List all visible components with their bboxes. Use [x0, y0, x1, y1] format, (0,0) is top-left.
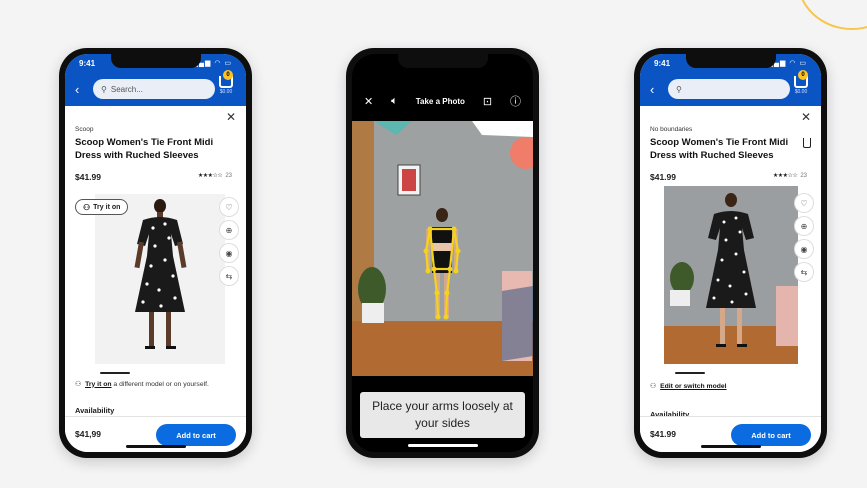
favorite-icon[interactable]: ♡ — [795, 194, 813, 212]
product-title: Scoop Women's Tie Front Midi Dress with … — [650, 137, 789, 161]
carousel-indicator — [675, 372, 705, 374]
phone-camera-page: ✕ 🔈︎ Take a Photo ⊡ ⓘ Place your arms lo… — [346, 48, 539, 458]
phone-screen: 9:41 ▂▄▆ ◠ ▭ ‹ ⚲ Search... 0 $0.00 ✕ Sco… — [65, 54, 246, 452]
camera-title: Take a Photo — [415, 96, 465, 106]
product-brand: No boundaries — [650, 126, 693, 133]
try-it-on-label: Try it on — [93, 203, 121, 211]
close-icon[interactable]: ✕ — [801, 110, 811, 124]
phone-notch — [110, 54, 201, 68]
phone-notch — [397, 54, 488, 68]
product-rating[interactable]: ★★★☆☆ 23 — [773, 172, 807, 179]
carousel-indicator — [100, 372, 130, 374]
try-it-on-button[interactable]: ⚇ Try it on — [75, 199, 129, 215]
cart-total: $0.00 — [219, 89, 233, 95]
status-time: 9:41 — [654, 59, 671, 68]
try-on-prompt: ⚇ Try it on a different model or on your… — [75, 380, 209, 389]
product-rating[interactable]: ★★★☆☆ 23 — [198, 172, 232, 179]
back-arrow-icon[interactable]: ‹ — [650, 82, 654, 97]
cart-badge: 0 — [223, 70, 233, 80]
status-time: 9:41 — [79, 59, 96, 68]
add-to-cart-button[interactable]: Add to cart — [156, 424, 236, 446]
cart-button[interactable]: 0 $0.00 — [791, 70, 811, 98]
swap-icon[interactable]: ⇆ — [795, 263, 813, 281]
camera-viewfinder[interactable] — [352, 121, 533, 376]
edit-model-prompt: ⚇ Edit or switch model — [650, 382, 727, 391]
search-bar[interactable]: ⚲ Search... — [93, 79, 215, 99]
tryon-result-image[interactable] — [664, 186, 798, 364]
decorative-arc — [797, 0, 867, 30]
help-icon[interactable]: ⓘ — [510, 93, 521, 109]
try-on-description: a different model or on yourself. — [113, 380, 209, 388]
home-indicator — [125, 445, 186, 448]
availability-heading: Availability — [75, 406, 115, 415]
rating-stars: ★★★☆☆ — [197, 173, 223, 179]
flip-camera-icon[interactable]: ⊡ — [483, 95, 492, 108]
view-3d-icon[interactable]: ◉ — [795, 240, 813, 258]
review-count: 23 — [225, 173, 232, 179]
cart-badge: 0 — [798, 70, 808, 80]
try-it-on-link[interactable]: Try it on — [85, 381, 111, 388]
footer-price: $41,99 — [75, 429, 101, 439]
add-to-cart-button[interactable]: Add to cart — [731, 424, 811, 446]
search-icon: ⚲ — [676, 84, 682, 94]
close-icon[interactable]: ✕ — [364, 95, 373, 108]
try-on-icon: ⚇ — [650, 383, 657, 390]
share-icon[interactable]: ⇆ — [220, 267, 238, 285]
product-price: $41.99 — [650, 172, 676, 182]
share-icon[interactable] — [803, 138, 811, 148]
camera-scene-illustration — [352, 121, 533, 376]
footer-price: $41.99 — [650, 429, 676, 439]
search-icon: ⚲ — [101, 84, 107, 94]
speaker-icon[interactable]: 🔈︎ — [391, 95, 398, 108]
view-3d-icon[interactable]: ◉ — [220, 244, 238, 262]
search-bar[interactable]: ⚲ — [668, 79, 790, 99]
image-side-actions: ♡ ⊕ ◉ ⇆ — [795, 194, 813, 281]
zoom-icon[interactable]: ⊕ — [795, 217, 813, 235]
product-title: Scoop Women's Tie Front Midi Dress with … — [75, 137, 214, 161]
camera-toolbar: ✕ 🔈︎ Take a Photo ⊡ ⓘ — [352, 90, 533, 112]
favorite-icon[interactable]: ♡ — [220, 198, 238, 216]
back-arrow-icon[interactable]: ‹ — [75, 82, 79, 97]
phone-screen: 9:41 ▂▄▆ ◠ ▭ ‹ ⚲ 0 $0.00 ✕ No boundaries… — [640, 54, 821, 452]
home-indicator — [700, 445, 761, 448]
try-on-icon: ⚇ — [83, 202, 91, 212]
product-price: $41.99 — [75, 172, 101, 182]
pose-instruction: Place your arms loosely at your sides — [360, 392, 525, 438]
product-image[interactable] — [95, 194, 225, 364]
model-in-dress-illustration — [134, 199, 187, 349]
product-brand: Scoop — [75, 126, 94, 133]
search-placeholder: Search... — [110, 84, 143, 94]
rating-stars: ★★★☆☆ — [772, 173, 798, 179]
cart-icon: 0 — [219, 70, 233, 88]
try-on-icon: ⚇ — [75, 381, 82, 388]
phone-notch — [685, 54, 776, 68]
close-icon[interactable]: ✕ — [226, 110, 236, 124]
cart-total: $0.00 — [794, 89, 808, 95]
cart-icon: 0 — [794, 70, 808, 88]
edit-or-switch-model-link[interactable]: Edit or switch model — [660, 383, 726, 390]
tryon-result-illustration — [664, 186, 798, 364]
cart-button[interactable]: 0 $0.00 — [216, 70, 236, 98]
camera-screen: ✕ 🔈︎ Take a Photo ⊡ ⓘ Place your arms lo… — [352, 54, 533, 452]
phone-product-page: 9:41 ▂▄▆ ◠ ▭ ‹ ⚲ Search... 0 $0.00 ✕ Sco… — [59, 48, 252, 458]
review-count: 23 — [800, 173, 807, 179]
home-indicator — [407, 444, 478, 447]
image-side-actions: ♡ ⊕ ◉ ⇆ — [220, 198, 238, 285]
phone-tryon-result-page: 9:41 ▂▄▆ ◠ ▭ ‹ ⚲ 0 $0.00 ✕ No boundaries… — [634, 48, 827, 458]
zoom-icon[interactable]: ⊕ — [220, 221, 238, 239]
